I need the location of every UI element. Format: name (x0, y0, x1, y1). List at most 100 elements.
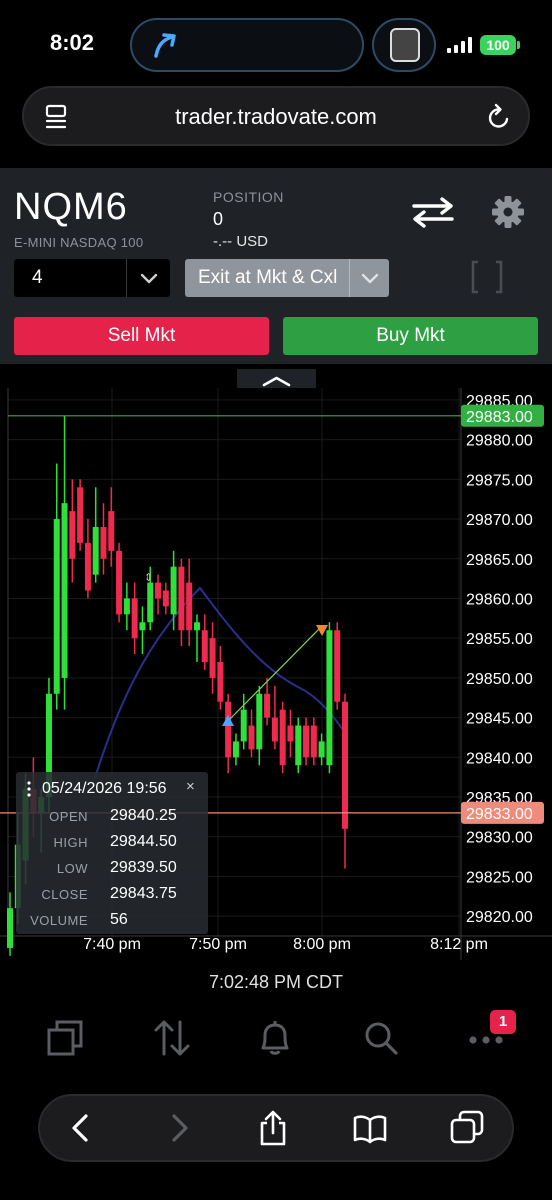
cellular-signal-icon (447, 37, 472, 53)
exit-dropdown-toggle[interactable] (349, 259, 389, 297)
quantity-value: 4 (32, 267, 43, 288)
candle-body (123, 598, 130, 615)
candle-body (201, 630, 208, 662)
candle-body (240, 709, 247, 742)
price-tick-label: 29855.00 (466, 631, 533, 648)
search-icon[interactable] (361, 1018, 401, 1058)
open-value: 29840.25 (110, 807, 177, 824)
position-value: 0 (213, 209, 224, 229)
back-arrow-icon[interactable] (64, 1110, 98, 1146)
candle-body (69, 511, 76, 559)
tooltip-row-high: HIGH 29844.50 (16, 832, 208, 854)
position-pnl: -.-- USD (213, 233, 268, 250)
share-icon[interactable] (256, 1110, 290, 1146)
bookmarks-icon[interactable] (353, 1110, 387, 1146)
status-time: 8:02 (50, 30, 95, 55)
price-tick-label: 29820.00 (466, 909, 533, 926)
price-tick-label: 29880.00 (466, 433, 533, 450)
buy-market-button[interactable]: Buy Mkt (283, 317, 538, 355)
dynamic-island[interactable] (130, 18, 364, 72)
price-tick-label: 29845.00 (466, 711, 533, 728)
candle-body (232, 741, 239, 758)
candle-body (271, 717, 278, 742)
time-axis: 7:40 pm 7:50 pm 8:00 pm 8:12 pm (83, 936, 488, 953)
last-price-tag-label: 29883.00 (466, 409, 533, 426)
candle-body (310, 725, 317, 758)
candle-body (209, 638, 216, 678)
tooltip-close-button[interactable]: × (186, 778, 195, 795)
candle-body (92, 526, 99, 575)
candle-body (264, 693, 271, 718)
live-activity-camera[interactable] (372, 18, 436, 72)
battery-indicator: 100 (480, 35, 516, 55)
contract-symbol[interactable]: NQM6 (14, 186, 128, 229)
candle-body (108, 511, 115, 551)
alerts-bell-icon[interactable] (255, 1018, 295, 1058)
chevron-down-icon (140, 273, 158, 284)
exit-strategy-select[interactable]: Exit at Mkt & Cxl (185, 259, 389, 297)
price-tick-label: 29860.00 (466, 591, 533, 608)
price-tick-label: 29865.00 (466, 552, 533, 569)
ohlc-tooltip: 05/24/2026 19:56 × OPEN 29840.25 HIGH 29… (16, 772, 208, 934)
candle-body (326, 630, 333, 766)
candle-body (84, 542, 91, 591)
battery-cap (517, 41, 520, 49)
expand-brackets-icon[interactable] (470, 260, 504, 294)
candle-body (217, 662, 224, 702)
drag-handle-icon[interactable] (26, 781, 32, 797)
candle-body (279, 709, 286, 766)
orders-icon[interactable] (152, 1018, 192, 1058)
settings-gear-icon[interactable] (490, 194, 526, 230)
order-ticket-panel: NQM6 E-MINI NASDAQ 100 POSITION 0 -.-- U… (0, 168, 552, 364)
price-tick-label: 29825.00 (466, 869, 533, 886)
tabs-icon[interactable] (450, 1110, 484, 1146)
candle-body (334, 630, 341, 702)
candle-body (295, 725, 302, 766)
reload-icon[interactable] (486, 103, 512, 131)
swap-arrows-icon[interactable] (410, 196, 456, 228)
positions-icon[interactable] (46, 1018, 86, 1058)
forward-arrow-icon[interactable] (162, 1110, 196, 1146)
candle-body (139, 622, 146, 631)
quantity-dropdown-toggle[interactable] (126, 259, 170, 297)
candle-body (155, 582, 162, 599)
candle-body (147, 582, 154, 623)
notification-badge: 1 (490, 1010, 516, 1034)
candle-body (248, 725, 255, 750)
price-tick-label: 29875.00 (466, 472, 533, 489)
candle-body (116, 550, 123, 615)
candle-body (342, 701, 348, 829)
address-bar[interactable]: trader.tradovate.com (22, 86, 530, 146)
candle-body (53, 519, 60, 694)
tooltip-row-open: OPEN 29840.25 (16, 806, 208, 828)
chevron-down-icon (361, 273, 379, 284)
close-label: CLOSE (41, 887, 88, 902)
server-clock: 7:02:48 PM CDT (208, 972, 344, 992)
price-axis: 29885.0029880.0029875.0029870.0029865.00… (466, 393, 533, 926)
candle-body (256, 693, 263, 750)
time-tick-label: 8:12 pm (430, 936, 488, 953)
candle-body (303, 725, 310, 758)
marker-price-tag-label: 29833.00 (466, 806, 533, 823)
price-tick-label: 29870.00 (466, 512, 533, 529)
sell-market-button[interactable]: Sell Mkt (14, 317, 269, 355)
low-value: 29839.50 (110, 859, 177, 876)
tooltip-row-volume: VOLUME 56 (16, 910, 208, 932)
candle-body (77, 487, 84, 543)
low-label: LOW (56, 861, 88, 876)
camera-thumbnail-icon (390, 28, 420, 62)
navigation-arrow-icon (154, 33, 176, 58)
status-bar: 8:02 100 (0, 0, 552, 90)
volume-label: VOLUME (30, 913, 88, 928)
quantity-select[interactable]: 4 (14, 259, 170, 297)
price-tick-label: 29830.00 (466, 830, 533, 847)
url-text[interactable]: trader.tradovate.com (24, 104, 528, 130)
order-marker-icon: ⇕ (144, 571, 153, 584)
candle-body (186, 582, 193, 631)
open-label: OPEN (49, 809, 88, 824)
price-tick-label: 29840.00 (466, 750, 533, 767)
candle-body (170, 566, 177, 615)
candle-body (61, 503, 68, 678)
candle-body (287, 725, 294, 742)
time-tick-label: 7:50 pm (189, 936, 247, 953)
